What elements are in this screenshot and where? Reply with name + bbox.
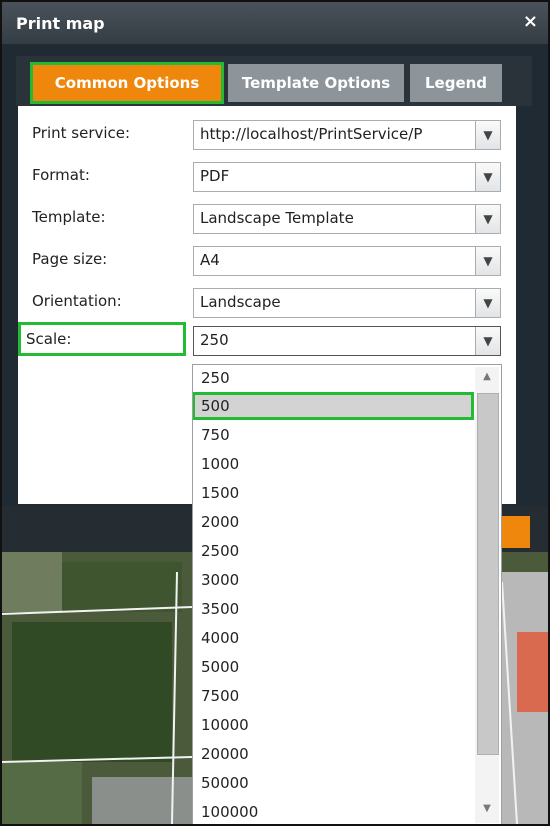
scale-option[interactable]: 2500 [199, 538, 471, 564]
dropdown-scrollbar[interactable]: ▲ ▼ [475, 367, 499, 823]
scale-option[interactable]: 10000 [199, 712, 471, 738]
page-size-label: Page size: [32, 250, 108, 268]
scale-option-selected[interactable]: 500 [193, 392, 474, 420]
scale-label: Scale: [18, 322, 186, 356]
template-select[interactable]: Landscape Template ▼ [193, 204, 501, 234]
chevron-down-icon[interactable]: ▼ [475, 289, 500, 317]
page-size-value: A4 [200, 251, 220, 269]
scale-option[interactable]: 3000 [199, 567, 471, 593]
scale-option[interactable]: 4000 [199, 625, 471, 651]
chevron-down-icon[interactable]: ▼ [475, 247, 500, 275]
print-map-dialog: Print map × Common Options Template Opti… [0, 0, 550, 826]
scale-option[interactable]: 3500 [199, 596, 471, 622]
scale-option[interactable]: 7500 [199, 683, 471, 709]
orientation-select[interactable]: Landscape ▼ [193, 288, 501, 318]
chevron-down-icon[interactable]: ▼ [475, 121, 500, 149]
print-service-select[interactable]: http://localhost/PrintService/P ▼ [193, 120, 501, 150]
chevron-down-icon[interactable]: ▼ [475, 327, 500, 355]
scale-select[interactable]: 250 ▼ [193, 326, 501, 356]
tab-template-options[interactable]: Template Options [228, 64, 404, 102]
orientation-label: Orientation: [32, 292, 122, 310]
tab-legend[interactable]: Legend [410, 64, 502, 102]
tab-common-options[interactable]: Common Options [30, 62, 224, 104]
page-size-select[interactable]: A4 ▼ [193, 246, 501, 276]
scale-dropdown-list[interactable]: 250 500 750 1000 1500 2000 2500 3000 350… [192, 364, 502, 824]
scale-option[interactable]: 5000 [199, 654, 471, 680]
print-button[interactable] [502, 516, 530, 548]
print-service-label: Print service: [32, 124, 131, 142]
orientation-value: Landscape [200, 293, 281, 311]
scale-option[interactable]: 100000 [199, 799, 471, 824]
scale-option[interactable]: 1500 [199, 480, 471, 506]
scale-option[interactable]: 50000 [199, 770, 471, 796]
print-service-value: http://localhost/PrintService/P [200, 125, 423, 143]
template-label: Template: [32, 208, 106, 226]
dialog-title: Print map [16, 14, 105, 33]
scrollbar-thumb[interactable] [477, 393, 499, 755]
format-value: PDF [200, 167, 230, 185]
format-label: Format: [32, 166, 90, 184]
tab-strip: Common Options Template Options Legend [16, 56, 532, 106]
scale-option[interactable]: 750 [199, 422, 471, 448]
scale-option[interactable]: 2000 [199, 509, 471, 535]
close-icon[interactable]: × [523, 11, 538, 32]
template-value: Landscape Template [200, 209, 354, 227]
scale-option[interactable]: 20000 [199, 741, 471, 767]
scale-value: 250 [200, 331, 229, 349]
scale-option[interactable]: 1000 [199, 451, 471, 477]
scroll-up-icon[interactable]: ▲ [475, 371, 499, 382]
format-select[interactable]: PDF ▼ [193, 162, 501, 192]
chevron-down-icon[interactable]: ▼ [475, 163, 500, 191]
scroll-down-icon[interactable]: ▼ [475, 803, 499, 814]
chevron-down-icon[interactable]: ▼ [475, 205, 500, 233]
scale-option[interactable]: 250 [199, 365, 471, 391]
dialog-titlebar[interactable]: Print map × [2, 2, 548, 44]
